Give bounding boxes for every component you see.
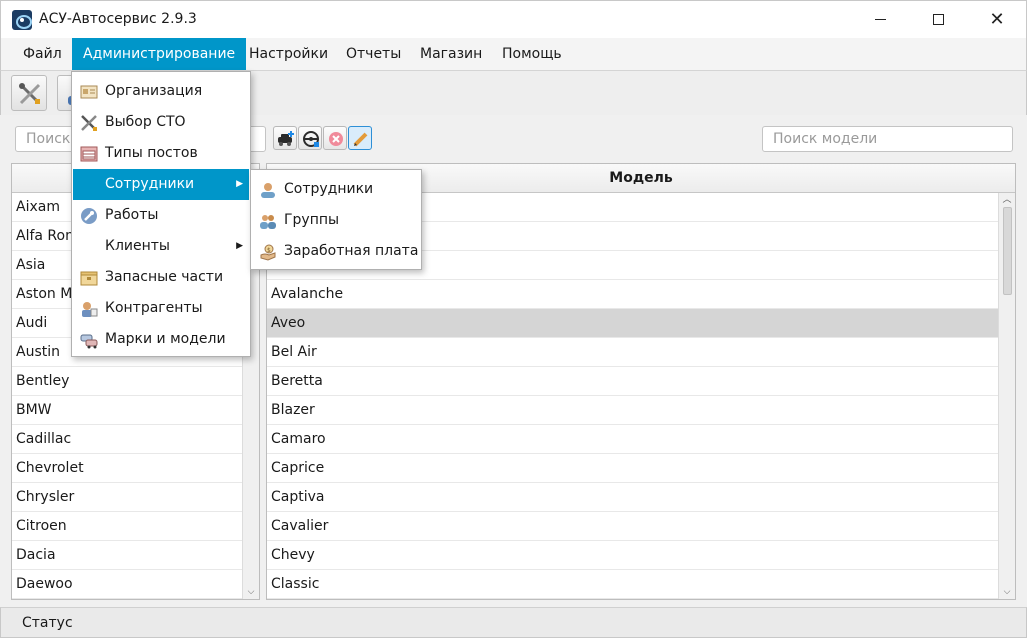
table-row[interactable]: Daewoo <box>12 570 243 599</box>
menu-item-works[interactable]: Работы <box>73 200 249 231</box>
menu-item-brands-models[interactable]: Марки и модели <box>73 324 249 355</box>
menu-bar: Файл Администрирование Настройки Отчеты … <box>0 38 1027 70</box>
submenu-item-label: Заработная плата <box>284 243 419 259</box>
delete-button[interactable] <box>323 126 347 150</box>
scroll-up-icon[interactable]: ︿ <box>999 193 1015 207</box>
menu-item-label: Клиенты <box>105 238 170 254</box>
menu-item-contractors[interactable]: Контрагенты <box>73 293 249 324</box>
maximize-button[interactable] <box>915 1 961 38</box>
menu-item-label: Типы постов <box>105 145 198 161</box>
delete-icon <box>329 132 343 146</box>
menu-item-label: Марки и модели <box>105 331 226 347</box>
window-title: АСУ-Автосервис 2.9.3 <box>39 11 197 27</box>
status-text: Статус <box>22 615 73 631</box>
edit-pencil-icon <box>353 132 368 147</box>
minimize-button[interactable] <box>857 1 903 38</box>
svg-text:$: $ <box>267 247 271 254</box>
submenu-item-groups[interactable]: Группы <box>252 205 420 236</box>
menu-item-clients[interactable]: Клиенты ▶ <box>73 231 249 262</box>
menu-item-organization[interactable]: Организация <box>73 76 249 107</box>
menu-file[interactable]: Файл <box>12 38 73 70</box>
menu-item-label: Запасные части <box>105 269 224 285</box>
wrench-icon <box>81 208 97 224</box>
menu-item-label: Выбор СТО <box>105 114 186 130</box>
model-search-input[interactable] <box>762 126 1013 152</box>
model-column-header[interactable]: Модель <box>609 170 672 186</box>
group-icon <box>260 215 276 229</box>
status-bar: Статус <box>0 607 1027 638</box>
table-row[interactable]: Chrysler <box>12 483 243 512</box>
salary-icon: $ <box>260 244 276 261</box>
menu-item-employees[interactable]: Сотрудники ▶ <box>73 169 249 200</box>
submenu-arrow-icon: ▶ <box>236 241 243 251</box>
menu-settings[interactable]: Настройки <box>238 38 339 70</box>
table-row[interactable]: Aveo <box>267 309 998 338</box>
contractor-icon <box>82 302 98 317</box>
parts-box-icon <box>80 271 98 286</box>
menu-item-select-sto[interactable]: Выбор СТО <box>73 107 249 138</box>
administration-menu: Организация Выбор СТО Типы постов Сотруд… <box>71 71 251 357</box>
app-logo-icon <box>12 10 32 30</box>
table-row[interactable]: Blazer <box>267 396 998 425</box>
models-scrollbar[interactable]: ︿ ⌵ <box>998 193 1015 599</box>
menu-item-label: Контрагенты <box>105 300 203 316</box>
menu-item-post-types[interactable]: Типы постов <box>73 138 249 169</box>
minimize-icon <box>874 19 886 20</box>
scroll-down-icon[interactable]: ⌵ <box>243 585 259 599</box>
garage-icon <box>80 146 98 162</box>
table-row[interactable]: Classic <box>267 570 998 599</box>
table-row[interactable]: Cadillac <box>12 425 243 454</box>
table-row[interactable]: Avalanche <box>267 280 998 309</box>
scroll-down-icon[interactable]: ⌵ <box>999 585 1015 599</box>
organization-icon <box>80 85 98 99</box>
submenu-arrow-icon: ▶ <box>236 179 243 189</box>
edit-button[interactable] <box>348 126 372 150</box>
employees-submenu: Сотрудники Группы $ Заработная плата <box>250 169 422 270</box>
submenu-item-label: Группы <box>284 212 340 228</box>
submenu-item-salary[interactable]: $ Заработная плата <box>252 236 420 267</box>
cars-icon <box>80 334 98 349</box>
maximize-icon <box>932 14 944 25</box>
menu-item-label: Работы <box>105 207 159 223</box>
table-row[interactable]: Caprice <box>267 454 998 483</box>
menu-item-label: Сотрудники <box>105 176 195 192</box>
add-car-icon <box>278 131 294 146</box>
steering-wheel-icon <box>303 131 319 147</box>
table-row[interactable]: Cavalier <box>267 512 998 541</box>
submenu-item-label: Сотрудники <box>284 181 374 197</box>
steering-wheel-button[interactable] <box>298 126 322 150</box>
close-button[interactable]: ✕ <box>974 1 1020 38</box>
menu-help[interactable]: Помощь <box>491 38 573 70</box>
menu-shop[interactable]: Магазин <box>409 38 493 70</box>
employee-icon <box>261 183 275 198</box>
table-row[interactable]: Citroen <box>12 512 243 541</box>
table-row[interactable]: BMW <box>12 396 243 425</box>
tools-icon <box>19 83 41 105</box>
table-row[interactable]: Camaro <box>267 425 998 454</box>
scroll-thumb[interactable] <box>1003 207 1012 295</box>
tools-button[interactable] <box>11 75 47 111</box>
menu-item-label: Организация <box>105 83 203 99</box>
menu-administration[interactable]: Администрирование <box>72 38 247 70</box>
title-bar: АСУ-Автосервис 2.9.3 ✕ <box>0 0 1027 38</box>
table-row[interactable]: Beretta <box>267 367 998 396</box>
menu-item-spare-parts[interactable]: Запасные части <box>73 262 249 293</box>
table-row[interactable]: Bentley <box>12 367 243 396</box>
close-icon: ✕ <box>989 8 1005 30</box>
add-car-button[interactable] <box>273 126 297 150</box>
table-row[interactable]: Bel Air <box>267 338 998 367</box>
tools-icon <box>81 115 97 131</box>
table-row[interactable]: Chevrolet <box>12 454 243 483</box>
submenu-item-employees[interactable]: Сотрудники <box>252 174 420 205</box>
table-row[interactable]: Captiva <box>267 483 998 512</box>
table-row[interactable]: Chevy <box>267 541 998 570</box>
menu-reports[interactable]: Отчеты <box>335 38 412 70</box>
table-row[interactable]: Dacia <box>12 541 243 570</box>
